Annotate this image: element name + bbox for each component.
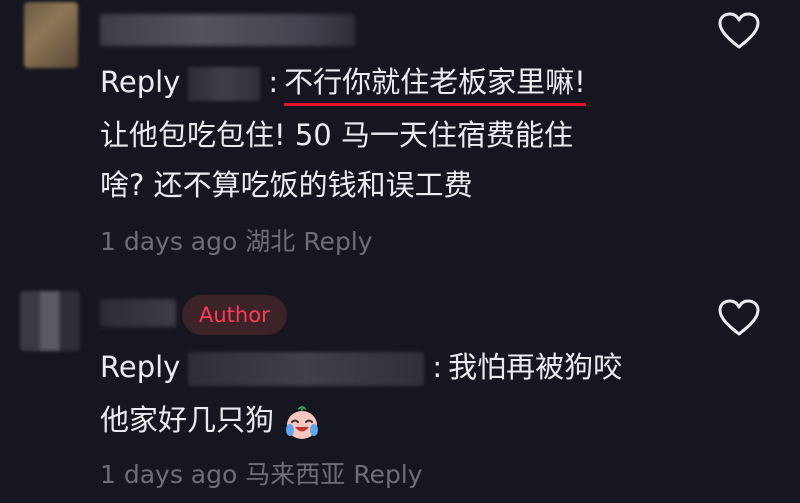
comment-text-line: 让他包吃包住! 50 马一天住宿费能住 xyxy=(100,118,573,152)
heart-outline-icon[interactable] xyxy=(718,12,760,50)
crying-laughing-emoji-icon xyxy=(286,406,319,439)
avatar[interactable] xyxy=(20,291,80,351)
comment-meta: 1 days ago 马来西亚 Reply xyxy=(100,458,431,492)
username-redacted[interactable] xyxy=(100,299,176,327)
comment-item: Author Reply: 我怕再被狗咬 他家好几只狗 1 days ago 马来西… xyxy=(0,285,800,503)
timestamp: 1 days ago xyxy=(100,227,238,256)
comment-item: Reply: 不行你就住老板家里嘛! 让他包吃包住! 50 马一天住宿费能住 啥?… xyxy=(0,0,800,270)
comment-text: 他家好几只狗 xyxy=(100,403,275,437)
reply-button[interactable]: Reply xyxy=(353,460,422,489)
colon: : xyxy=(268,65,279,99)
comment-text-line: Reply: 不行你就住老板家里嘛! xyxy=(100,62,586,106)
author-badge: Author xyxy=(182,295,287,335)
reply-label: Reply xyxy=(100,350,181,384)
reply-label: Reply xyxy=(100,65,181,99)
location: 湖北 xyxy=(245,227,296,256)
colon: : xyxy=(432,350,443,384)
comment-text-line: 啥? 还不算吃饭的钱和误工费 xyxy=(100,168,473,202)
username-redacted[interactable] xyxy=(100,14,355,46)
comment-text: 我怕再被狗咬 xyxy=(448,350,623,384)
comment-text-line: 他家好几只狗 xyxy=(100,400,322,442)
heart-outline-icon[interactable] xyxy=(718,299,760,337)
mentioned-user-redacted[interactable] xyxy=(188,67,261,101)
quoted-text: 不行你就住老板家里嘛! xyxy=(284,65,586,106)
reply-button[interactable]: Reply xyxy=(303,227,372,256)
quoted-text-content: 不行你就住老板家里嘛! xyxy=(284,65,586,99)
timestamp: 1 days ago xyxy=(100,460,238,489)
location: 马来西亚 xyxy=(245,460,346,489)
mentioned-user-redacted[interactable] xyxy=(188,352,425,386)
comment-meta: 1 days ago 湖北 Reply xyxy=(100,225,381,259)
comment-text-line: Reply: 我怕再被狗咬 xyxy=(100,347,622,387)
red-underline xyxy=(284,103,586,106)
avatar[interactable] xyxy=(24,2,78,68)
